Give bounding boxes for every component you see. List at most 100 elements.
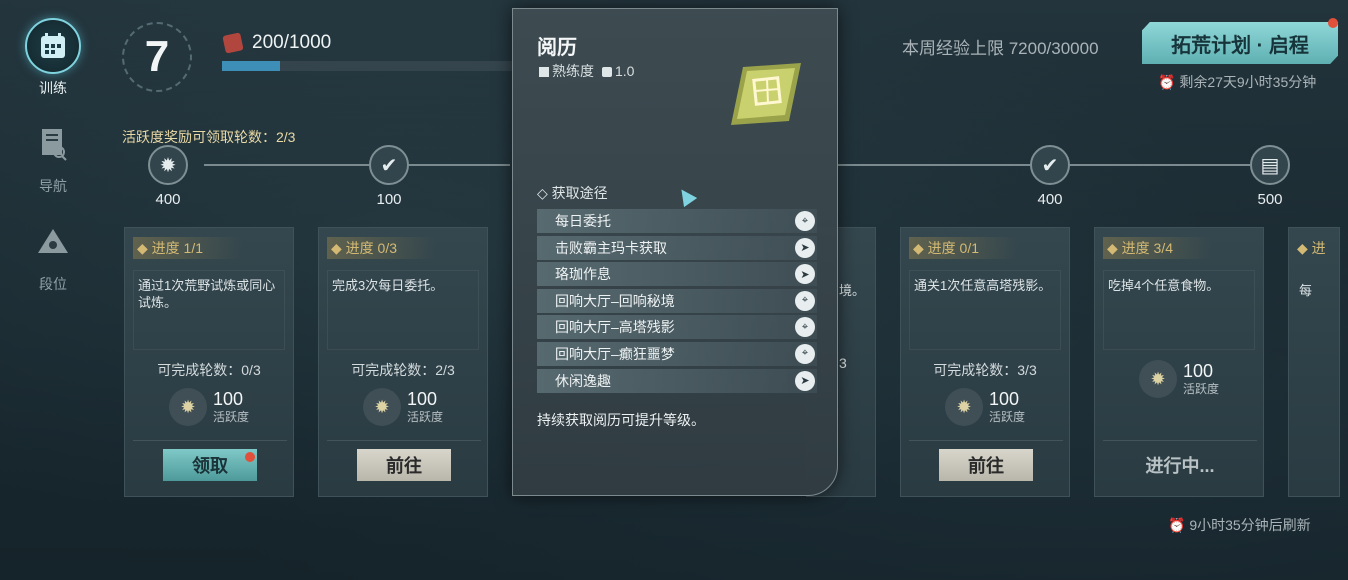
source-row[interactable]: 回响大厅–高塔残影 ⌖ — [537, 315, 817, 340]
divider — [133, 440, 287, 441]
sidebar-item-label: 导航 — [39, 178, 67, 194]
task-description-fragment: 每 — [1299, 283, 1313, 298]
task-progress: 进度 0/3 — [345, 240, 398, 256]
source-label: 回响大厅–癫狂噩梦 — [555, 345, 675, 362]
sidebar-item-label: 段位 — [39, 276, 67, 292]
book-icon — [222, 32, 244, 54]
source-row[interactable]: 休闲逸趣 ➤ — [537, 368, 817, 393]
flame-icon[interactable]: ✹ — [148, 145, 188, 185]
milestone-value: 400 — [155, 191, 181, 208]
task-card: ◆ 进度 0/1 通关1次任意高塔残影。 可完成轮数：3/3 ✹ 100 活跃度 … — [900, 227, 1070, 497]
rank-icon — [25, 214, 81, 270]
task-description-fragment: 境。 — [839, 283, 866, 298]
calendar-icon — [25, 18, 81, 74]
document-search-icon — [25, 116, 81, 172]
exp-value: 200/1000 — [252, 32, 332, 53]
weight-icon — [602, 67, 612, 78]
reward-label: 活跃度 — [988, 409, 1025, 424]
milestone-value: 400 — [1037, 191, 1063, 208]
source-label: 珞珈作息 — [555, 266, 611, 283]
remaining-time: ⏰ 剩余27天9小时35分钟 — [1158, 74, 1317, 90]
reward-label: 活跃度 — [212, 409, 249, 424]
flame-icon: ✹ — [944, 388, 983, 426]
item-meta: 熟练度 1.0 — [539, 61, 634, 81]
task-progress: 进度 3/4 — [1121, 240, 1174, 256]
task-reward: ✹ 100 活跃度 — [319, 388, 487, 426]
in-progress-status: 进行中... — [1145, 456, 1215, 476]
source-row[interactable]: 珞珈作息 ➤ — [537, 262, 817, 287]
arrow-icon[interactable]: ➤ — [795, 237, 815, 258]
map-pin-icon[interactable]: ⌖ — [795, 290, 815, 311]
task-rounds: 可完成轮数：3/3 — [933, 362, 1037, 378]
task-card: ◆ 进度 1/1 通过1次荒野试炼或同心试炼。 可完成轮数：0/3 ✹ 100 活… — [124, 227, 294, 497]
task-reward: ✹ 100 活跃度 — [125, 388, 293, 426]
task-description: 完成3次每日委托。 — [327, 270, 479, 350]
refresh-timer: ⏰ 9小时35分钟后刷新 — [1168, 517, 1311, 533]
sidebar-item-rank[interactable]: 段位 — [18, 214, 88, 294]
refresh-timer-text: 9小时35分钟后刷新 — [1189, 517, 1311, 533]
divider — [1103, 440, 1257, 441]
weekly-exp-cap: 本周经验上限 7200/30000 — [902, 39, 1099, 58]
map-pin-icon[interactable]: ⌖ — [795, 343, 815, 364]
check-icon[interactable]: ✔ — [1030, 145, 1070, 185]
flame-icon: ✹ — [362, 388, 401, 426]
task-card: ◆ 进度 3/4 吃掉4个任意食物。 ✹ 100 活跃度 进行中... — [1094, 227, 1264, 497]
sidebar-item-training[interactable]: 训练 — [18, 18, 88, 98]
task-description: 吃掉4个任意食物。 — [1103, 270, 1255, 350]
flame-icon: ✹ — [168, 388, 207, 426]
task-rounds: 可完成轮数：2/3 — [351, 362, 455, 378]
reward-amount: 100 — [988, 388, 1020, 409]
task-rounds: 可完成轮数：0/3 — [157, 362, 261, 378]
box-icon — [539, 67, 549, 78]
go-button[interactable]: 前往 — [939, 449, 1033, 481]
remaining-time-text: 剩余27天9小时35分钟 — [1179, 74, 1317, 90]
task-progress-fragment: 进 — [1311, 240, 1326, 256]
level-badge: 7 — [122, 22, 192, 92]
source-row[interactable]: 回响大厅–癫狂噩梦 ⌖ — [537, 341, 817, 366]
task-card: ◆ 进度 0/3 完成3次每日委托。 可完成轮数：2/3 ✹ 100 活跃度 前往 — [318, 227, 488, 497]
task-description: 通过1次荒野试炼或同心试炼。 — [133, 270, 285, 350]
arrow-icon[interactable]: ➤ — [795, 264, 815, 285]
exp-progress-bar — [222, 61, 514, 71]
source-label: 休闲逸趣 — [555, 372, 611, 389]
activity-reward-caption: 活跃度奖励可领取轮数：2/3 — [122, 129, 296, 145]
source-list: 每日委托 ⌖ 击败霸主玛卡获取 ➤ 珞珈作息 ➤ 回响大厅–回响秘境 ⌖ 回响大厅–高塔… — [537, 209, 817, 395]
reward-amount: 100 — [406, 388, 438, 409]
experience-book-icon — [731, 63, 801, 125]
exp-progress-fill — [222, 61, 281, 71]
sidebar-item-navigation[interactable]: 导航 — [18, 116, 88, 196]
source-row[interactable]: 击败霸主玛卡获取 ➤ — [537, 235, 817, 260]
milestone-value: 100 — [376, 191, 402, 208]
notification-dot — [245, 452, 255, 462]
arrow-icon[interactable]: ➤ — [795, 370, 815, 391]
task-progress: 进度 1/1 — [151, 240, 204, 256]
divider — [909, 440, 1063, 441]
reward-amount: 100 — [212, 388, 244, 409]
source-row[interactable]: 每日委托 ⌖ — [537, 209, 817, 233]
level-number: 7 — [144, 32, 170, 81]
reward-amount: 100 — [1182, 360, 1214, 381]
check-icon[interactable]: ✔ — [369, 145, 409, 185]
source-section-label: 获取途径 — [551, 185, 608, 201]
item-title: 阅历 — [537, 37, 577, 59]
source-section-title: ◇ 获取途径 — [537, 185, 608, 201]
pioneer-plan-button[interactable]: 拓荒计划 · 启程 — [1142, 22, 1338, 64]
map-pin-icon[interactable]: ⌖ — [795, 211, 815, 231]
task-progress: 进度 0/1 — [927, 240, 980, 256]
map-pin-icon[interactable]: ⌖ — [795, 317, 815, 338]
task-card-partial: ◆ 进 每 — [1288, 227, 1340, 497]
reward-label: 活跃度 — [406, 409, 443, 424]
go-button[interactable]: 前往 — [357, 449, 451, 481]
chest-icon[interactable]: ▤ — [1250, 145, 1290, 185]
divider — [327, 440, 481, 441]
proficiency-label: 熟练度 — [552, 63, 594, 79]
proficiency-value: 1.0 — [615, 63, 635, 79]
claim-button[interactable]: 领取 — [163, 449, 257, 481]
task-reward: ✹ 100 活跃度 — [1095, 360, 1263, 398]
notification-dot — [1328, 18, 1338, 28]
source-row[interactable]: 回响大厅–回响秘境 ⌖ — [537, 288, 817, 313]
source-label: 每日委托 — [555, 213, 611, 229]
source-label: 回响大厅–高塔残影 — [555, 319, 675, 336]
milestone-track — [204, 164, 510, 166]
task-rounds-fragment: 3 — [839, 355, 847, 371]
